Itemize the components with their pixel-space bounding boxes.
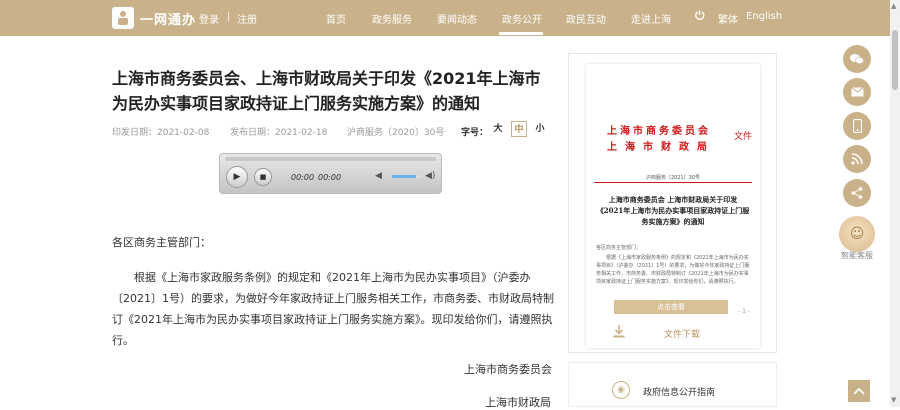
share-icon[interactable] [843, 179, 871, 207]
download-icon[interactable] [613, 325, 625, 341]
scroll-up-arrow-icon[interactable]: ▲ [891, 2, 896, 10]
nav-interaction[interactable]: 政民互动 [566, 11, 606, 26]
font-size-medium-button[interactable]: 中 [511, 121, 527, 137]
doc-number: 沪商服务〔2021〕30号 [645, 175, 701, 181]
greeting-text: 各区商务主管部门： [112, 236, 211, 249]
doc-page-number: - 1 - [738, 308, 750, 315]
play-icon[interactable]: ▶ [226, 166, 248, 188]
doc-body: 根据《上海市家政服务条例》的规定和《2021年上海市为民办实事项目》（沪委办〔2… [596, 255, 750, 285]
font-size-small-button[interactable]: 小 [532, 121, 548, 137]
traditional-chinese-toggle[interactable]: 繁体 [718, 11, 738, 26]
click-to-view-button[interactable]: 点击查看 [614, 300, 728, 314]
back-to-top-icon[interactable] [848, 380, 870, 402]
volume-slider[interactable] [392, 175, 422, 178]
nav-gov-disclosure[interactable]: 政务公开 [502, 11, 542, 26]
email-icon[interactable] [843, 78, 871, 106]
audio-player: ▶ ■ 00:00 00:00 ◀ ◀) [219, 153, 442, 194]
nav-about-shanghai[interactable]: 走进上海 [631, 11, 671, 26]
article-paragraph: 根据《上海市家政服务条例》的规定和《2021年上海市为民办实事项目》（沪委办〔2… [112, 271, 554, 347]
doc-org-commerce: 上海市商务委员会 [607, 126, 711, 137]
stop-icon[interactable]: ■ [254, 168, 272, 186]
site-logo-text[interactable]: 一网通办 [140, 9, 196, 28]
duration-time: 00:00 [318, 173, 342, 182]
nav-gov-services[interactable]: 政务服务 [372, 11, 412, 26]
volume-mute-icon[interactable]: ◀ [375, 171, 382, 181]
doc-wenjian-label: 文件 [734, 132, 753, 142]
login-link[interactable]: 登录 [199, 11, 219, 26]
guide-icon[interactable]: ◉ [612, 381, 630, 399]
doc-red-divider [594, 182, 752, 183]
font-size-large-button[interactable]: 大 [490, 121, 506, 137]
mobile-icon[interactable] [843, 112, 871, 140]
nav-news[interactable]: 要闻动态 [437, 11, 477, 26]
article-title: 上海市商务委员会、上海市财政局关于印发《2021年上海市为民办实事项目家政持证上… [112, 69, 541, 113]
doc-title: 上海市商务委员会 上海市财政局关于印发《2021年上海市为民办实事项目家政持证上… [596, 195, 750, 226]
file-download-link[interactable]: 文件下载 [664, 327, 700, 340]
doc-org-finance: 上海市财政局 [607, 142, 715, 153]
accessibility-icon[interactable] [694, 10, 705, 24]
login-separator: | [227, 11, 231, 22]
gov-info-guide-link[interactable]: 政府信息公开指南 [643, 385, 715, 398]
english-toggle[interactable]: English [746, 11, 782, 22]
font-size-label: 字号： [461, 128, 489, 138]
document-number: 沪商服务〔2020〕30号 [347, 128, 445, 138]
scroll-down-arrow-icon[interactable]: ▼ [891, 396, 896, 404]
nav-home[interactable]: 首页 [326, 11, 346, 26]
scrollbar-thumb[interactable] [892, 30, 898, 90]
volume-level [392, 175, 416, 178]
audio-progress-bar[interactable] [225, 157, 436, 161]
print-date: 印发日期：2021-02-08 [112, 128, 210, 138]
nav-active-indicator [499, 32, 543, 35]
smart-assistant-icon[interactable]: ☺ [839, 216, 875, 252]
volume-max-icon[interactable]: ◀) [425, 171, 435, 181]
publish-date: 发布日期：2021-02-18 [230, 128, 328, 138]
current-time: 00:00 [291, 173, 315, 182]
doc-greeting: 各区商务主管部门： [596, 245, 642, 251]
signature-commerce-commission: 上海市商务委员会 [464, 363, 552, 376]
logo-icon[interactable] [112, 7, 134, 29]
signature-finance-bureau: 上海市财政局 [485, 396, 551, 409]
smart-assistant-label[interactable]: 智能客服 [841, 250, 873, 261]
wechat-icon[interactable] [843, 45, 871, 73]
rss-icon[interactable] [843, 145, 871, 173]
register-link[interactable]: 注册 [237, 11, 257, 26]
